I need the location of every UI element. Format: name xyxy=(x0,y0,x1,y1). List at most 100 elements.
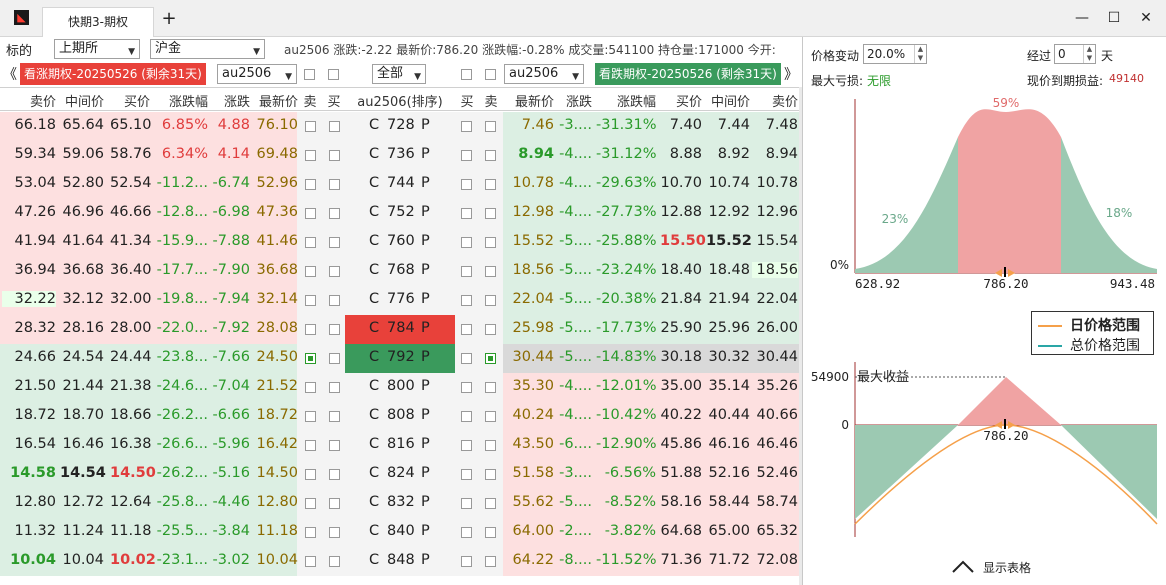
cell-c-sell[interactable]: 16.54 xyxy=(2,436,56,452)
cell-p-last[interactable]: 64.00 xyxy=(504,523,554,539)
put-contract-select[interactable]: au2506 ▼ xyxy=(504,64,584,84)
cell-p-chg[interactable]: -5.... xyxy=(556,320,592,336)
cell-p-mid[interactable]: 21.94 xyxy=(706,291,750,307)
header-put-sell-chk[interactable]: 卖 xyxy=(482,91,500,110)
commodity-select[interactable]: 沪金 ▼ xyxy=(150,39,265,59)
cell-p-buy[interactable]: 64.68 xyxy=(660,523,702,539)
cell-p-pct[interactable]: -17.73% xyxy=(596,320,657,336)
cell-c-chg[interactable]: -7.90 xyxy=(212,262,250,278)
cell-p-mid[interactable]: 7.44 xyxy=(706,117,750,133)
cell-c-last[interactable]: 41.46 xyxy=(252,233,298,249)
cell-c-pct[interactable]: -26.6... xyxy=(154,436,208,452)
cell-c-pct[interactable]: -11.2... xyxy=(154,175,208,191)
cell-p-pct[interactable]: -3.82% xyxy=(596,523,656,539)
put-buy-checkbox[interactable] xyxy=(461,266,472,277)
strike-cell[interactable]: C 784 P xyxy=(345,315,455,344)
cell-p-buy[interactable]: 7.40 xyxy=(660,117,702,133)
cell-c-pct[interactable]: -22.0... xyxy=(154,320,208,336)
strike-cell[interactable]: C 760 P xyxy=(345,228,455,257)
cell-c-buy[interactable]: 28.00 xyxy=(110,320,152,336)
cell-c-chg[interactable]: -4.46 xyxy=(212,494,250,510)
cell-c-pct[interactable]: -23.8... xyxy=(154,349,208,365)
cell-p-buy[interactable]: 40.22 xyxy=(660,407,702,423)
strike-cell[interactable]: C 752 P xyxy=(345,199,455,228)
cell-c-buy[interactable]: 41.34 xyxy=(110,233,152,249)
cell-p-mid[interactable]: 40.44 xyxy=(706,407,750,423)
cell-p-pct[interactable]: -10.42% xyxy=(596,407,657,423)
cell-p-last[interactable]: 8.94 xyxy=(504,146,554,162)
chevron-up-icon[interactable] xyxy=(952,560,974,573)
cell-p-sell[interactable]: 15.54 xyxy=(752,233,798,249)
minimize-button[interactable]: — xyxy=(1072,8,1092,28)
call-buy-checkbox[interactable] xyxy=(329,469,340,480)
call-buy-checkbox[interactable] xyxy=(329,556,340,567)
cell-c-pct[interactable]: -25.5... xyxy=(154,523,208,539)
strike-cell[interactable]: C 776 P xyxy=(345,286,455,315)
cell-p-pct[interactable]: -12.01% xyxy=(596,378,657,394)
cell-c-buy[interactable]: 11.18 xyxy=(110,523,152,539)
cell-c-last[interactable]: 11.18 xyxy=(252,523,298,539)
cell-c-sell[interactable]: 24.66 xyxy=(2,349,56,365)
cell-p-chg[interactable]: -4.... xyxy=(556,378,592,394)
close-button[interactable]: ✕ xyxy=(1136,8,1156,28)
cell-c-buy[interactable]: 18.66 xyxy=(110,407,152,423)
cell-p-mid[interactable]: 65.00 xyxy=(706,523,750,539)
call-sell-checkbox[interactable] xyxy=(305,498,316,509)
cell-c-mid[interactable]: 21.44 xyxy=(60,378,104,394)
cell-c-chg[interactable]: -3.84 xyxy=(212,523,250,539)
tab-options[interactable]: 快期3-期权 xyxy=(42,7,154,37)
call-sell-checkbox[interactable] xyxy=(305,237,316,248)
cell-p-last[interactable]: 40.24 xyxy=(504,407,554,423)
header-call-chg[interactable]: 涨跌 xyxy=(214,91,250,110)
cell-p-buy[interactable]: 30.18 xyxy=(660,349,702,365)
strike-cell[interactable]: C 808 P xyxy=(345,402,455,431)
cell-c-chg[interactable]: -7.66 xyxy=(212,349,250,365)
header-strike[interactable]: au2506(排序) xyxy=(345,91,455,110)
show-table-button[interactable]: 显示表格 xyxy=(983,559,1031,576)
cell-p-pct[interactable]: -8.52% xyxy=(596,494,656,510)
cell-p-buy[interactable]: 8.88 xyxy=(660,146,702,162)
put-sell-checkbox[interactable] xyxy=(485,179,496,190)
put-buy-checkbox[interactable] xyxy=(461,382,472,393)
call-buy-checkbox[interactable] xyxy=(329,266,340,277)
cell-p-chg[interactable]: -5.... xyxy=(556,494,592,510)
cell-c-buy[interactable]: 24.44 xyxy=(110,349,152,365)
cell-c-last[interactable]: 76.10 xyxy=(252,117,298,133)
call-buy-checkbox[interactable] xyxy=(329,324,340,335)
cell-p-sell[interactable]: 35.26 xyxy=(752,378,798,394)
cell-p-pct[interactable]: -27.73% xyxy=(596,204,657,220)
cell-p-mid[interactable]: 25.96 xyxy=(706,320,750,336)
maximize-button[interactable]: ☐ xyxy=(1104,8,1124,28)
header-put-buy[interactable]: 买价 xyxy=(662,91,702,110)
cell-p-pct[interactable]: -12.90% xyxy=(596,436,657,452)
cell-p-buy[interactable]: 10.70 xyxy=(660,175,702,191)
call-sell-checkbox[interactable] xyxy=(305,179,316,190)
strike-cell[interactable]: C 736 P xyxy=(345,141,455,170)
cell-c-buy[interactable]: 65.10 xyxy=(110,117,152,133)
cell-p-buy[interactable]: 71.36 xyxy=(660,552,702,568)
call-buy-all-checkbox[interactable] xyxy=(328,69,339,80)
cell-c-chg[interactable]: -7.92 xyxy=(212,320,250,336)
cell-p-pct[interactable]: -6.56% xyxy=(596,465,656,481)
put-buy-checkbox[interactable] xyxy=(461,411,472,422)
cell-p-sell[interactable]: 26.00 xyxy=(752,320,798,336)
call-buy-checkbox[interactable] xyxy=(329,498,340,509)
cell-p-chg[interactable]: -4.... xyxy=(556,175,592,191)
cell-p-mid[interactable]: 46.16 xyxy=(706,436,750,452)
put-buy-checkbox[interactable] xyxy=(461,208,472,219)
table-row[interactable]: 16.54 16.46 16.38 -26.6... -5.96 16.42 43.50 -6… xyxy=(0,431,800,460)
cell-c-last[interactable]: 32.14 xyxy=(252,291,298,307)
put-buy-checkbox[interactable] xyxy=(461,527,472,538)
cell-c-chg[interactable]: -5.96 xyxy=(212,436,250,452)
call-sell-checkbox[interactable] xyxy=(305,295,316,306)
strike-cell[interactable]: C 832 P xyxy=(345,489,455,518)
put-sell-checkbox[interactable] xyxy=(485,121,496,132)
cell-c-sell[interactable]: 21.50 xyxy=(2,378,56,394)
call-sell-checkbox[interactable] xyxy=(305,382,316,393)
cell-p-sell[interactable]: 30.44 xyxy=(752,349,798,365)
put-buy-checkbox[interactable] xyxy=(461,295,472,306)
put-sell-checkbox[interactable] xyxy=(485,324,496,335)
put-buy-checkbox[interactable] xyxy=(461,469,472,480)
strike-cell[interactable]: C 744 P xyxy=(345,170,455,199)
cell-c-buy[interactable]: 14.50 xyxy=(110,465,156,481)
